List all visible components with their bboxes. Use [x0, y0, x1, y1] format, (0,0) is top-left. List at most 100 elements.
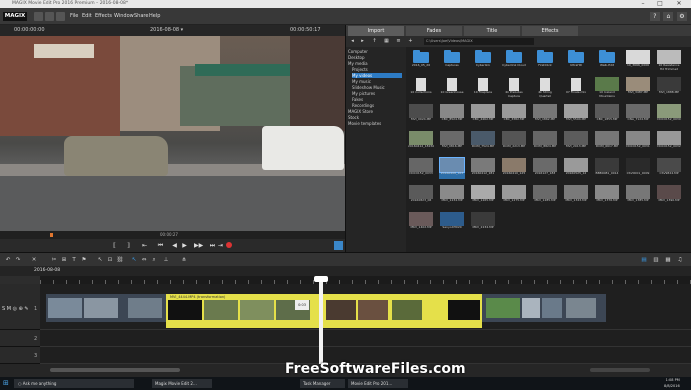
media-item[interactable]: 20160412_18150.MP — [408, 130, 434, 152]
media-item[interactable]: 10 Iceland Mountains — [594, 76, 620, 98]
media-item[interactable]: MKV_1275.MP — [501, 184, 527, 206]
text-icon[interactable]: T — [70, 256, 78, 264]
media-item[interactable]: CBC_4462.MP — [470, 103, 496, 125]
tab-effects[interactable]: Effects — [522, 26, 578, 36]
undo-icon[interactable]: ↶ — [4, 256, 12, 264]
fullscreen-button[interactable] — [334, 241, 343, 250]
clip-thumb[interactable] — [522, 298, 540, 318]
clip-thumb[interactable] — [566, 298, 596, 318]
new-project-icon[interactable] — [34, 12, 43, 21]
media-item[interactable]: 20160525_12 — [563, 157, 589, 179]
play-button[interactable]: ▶ — [180, 241, 189, 250]
taskbar-app-magix[interactable]: Magix Movie Edit 2… — [152, 379, 212, 388]
media-item[interactable]: 10 Resistence Hd Trimmed — [656, 49, 682, 71]
mark-out-button[interactable]: ⟧ — [124, 241, 133, 250]
scene-view-icon[interactable]: ▦ — [664, 256, 672, 264]
back-icon[interactable]: ◂ — [348, 37, 357, 46]
media-item[interactable]: 10_3666_0006 — [625, 49, 651, 71]
menu-effects[interactable]: Effects — [95, 13, 112, 19]
project-tab[interactable]: 2016-08-08 — [34, 268, 60, 273]
cut-icon[interactable]: ✂ — [50, 256, 58, 264]
tab-fades[interactable]: Fades — [406, 26, 462, 36]
media-item[interactable]: CNA_7124.MP — [625, 103, 651, 125]
menu-help[interactable]: Help — [149, 13, 160, 19]
media-item[interactable]: CBC_3382.MP — [501, 103, 527, 125]
snap-icon[interactable]: ⋔ — [180, 256, 188, 264]
tree-item-movie-templates[interactable]: Movie templates — [348, 121, 381, 126]
up-icon[interactable]: ↑ — [370, 37, 379, 46]
media-item[interactable]: MVI_3487.MP — [625, 76, 651, 98]
tree-item-fakes[interactable]: Fakes — [352, 97, 363, 102]
media-item[interactable]: CBC_1855.MP — [594, 103, 620, 125]
media-item[interactable]: 4k String Quartet — [532, 76, 558, 98]
media-item[interactable]: BBB0081_0014 — [594, 157, 620, 179]
media-item[interactable]: 4k Preludes Capture — [501, 76, 527, 98]
tree-item-recordings[interactable]: Recordings — [352, 103, 374, 108]
media-item[interactable]: MKV_1234.MP — [439, 184, 465, 206]
media-item[interactable]: DCIM_8824.MP — [532, 130, 558, 152]
media-item[interactable]: 07 Finale.mlx — [563, 76, 589, 98]
media-item[interactable]: 20160823_06 — [408, 184, 434, 206]
delete-icon[interactable]: ✕ — [30, 256, 38, 264]
media-item[interactable]: 20160408_163 — [439, 157, 465, 179]
settings-button[interactable]: ⚙ — [677, 12, 687, 21]
menu-edit[interactable]: Edit — [82, 13, 92, 19]
media-item[interactable]: 10 Fireplace — [470, 76, 496, 98]
path-field[interactable]: C:\Users\Joe\Videos\MAGIX — [424, 38, 534, 45]
view-icon[interactable]: ▦ — [382, 37, 391, 46]
media-item[interactable]: MVI_0816.MP — [439, 130, 465, 152]
media-item[interactable]: Cyberlink Cloud — [501, 49, 527, 71]
link-icon[interactable]: ⛓ — [116, 256, 124, 264]
media-item[interactable]: 20160410_125 — [501, 157, 527, 179]
clip-thumb[interactable] — [48, 298, 82, 318]
clip-thumb[interactable] — [84, 298, 118, 318]
maximize-button[interactable]: □ — [653, 0, 667, 8]
media-item[interactable]: MVI_5504.MP — [563, 103, 589, 125]
media-item[interactable]: DOC0152_0030 — [656, 103, 682, 125]
media-item[interactable]: MVI_1888.MP — [656, 76, 682, 98]
tab-import[interactable]: Import — [348, 26, 404, 36]
media-item[interactable]: DCIM_6617.MP — [594, 130, 620, 152]
group-icon[interactable]: ⊡ — [106, 256, 114, 264]
tree-item-stock[interactable]: Stock — [348, 115, 359, 120]
minimize-button[interactable]: – — [636, 0, 650, 8]
mark-in-button[interactable]: ⟦ — [110, 241, 119, 250]
media-item[interactable]: 10 Collections — [408, 76, 434, 98]
media-item[interactable]: 2016_05_26 — [408, 49, 434, 71]
monitor-scrubber[interactable]: 00:00:27 — [0, 231, 345, 239]
track-2[interactable] — [40, 330, 691, 347]
media-item[interactable]: 20160412_181 — [470, 157, 496, 179]
media-item[interactable]: MKV_2234.MP — [470, 211, 496, 233]
media-item[interactable]: MKV_1285.MP — [532, 184, 558, 206]
timeline-view-icon[interactable]: ▥ — [652, 256, 660, 264]
forward-icon[interactable]: ▸ — [358, 37, 367, 46]
playhead-handle[interactable] — [314, 276, 328, 282]
tree-item-computer[interactable]: Computer — [348, 49, 368, 54]
media-item[interactable]: DOC0152_0031 — [625, 130, 651, 152]
go-start-button[interactable]: ⇤ — [140, 241, 149, 250]
media-item[interactable]: 10 Greenhouse — [439, 76, 465, 98]
media-item[interactable]: CSV9824.MP — [656, 157, 682, 179]
media-item[interactable]: MKV_1343.MP — [563, 184, 589, 206]
scroll-thumb[interactable] — [50, 368, 180, 372]
storyboard-view-icon[interactable]: ▤ — [640, 256, 648, 264]
zoom-slider[interactable] — [590, 368, 650, 372]
redo-icon[interactable]: ↷ — [14, 256, 22, 264]
clip-thumb[interactable] — [542, 298, 562, 318]
media-item[interactable]: MVI_1862.MP — [532, 103, 558, 125]
prev-frame-button[interactable]: ⏮ — [156, 241, 165, 250]
go-end-button[interactable]: ⇥ — [216, 241, 225, 250]
media-item[interactable]: CSV0001_0009 — [625, 157, 651, 179]
sort-icon[interactable]: ≡ — [394, 37, 403, 46]
media-item[interactable]: DCIM_7524.MP — [470, 130, 496, 152]
save-project-icon[interactable] — [56, 12, 65, 21]
media-item[interactable]: MVI_2013.MP — [563, 130, 589, 152]
search-box[interactable]: ○ Ask me anything — [14, 379, 134, 388]
media-item[interactable]: MVI_0024.MP — [408, 103, 434, 125]
media-item[interactable]: SanyoXH020 — [439, 211, 465, 233]
close-button[interactable]: ✕ — [672, 0, 686, 8]
marker-icon[interactable]: ⚑ — [80, 256, 88, 264]
record-button[interactable] — [226, 242, 232, 248]
media-item[interactable]: DCIM_2213.MP — [501, 130, 527, 152]
timeline-ruler[interactable] — [40, 276, 691, 284]
